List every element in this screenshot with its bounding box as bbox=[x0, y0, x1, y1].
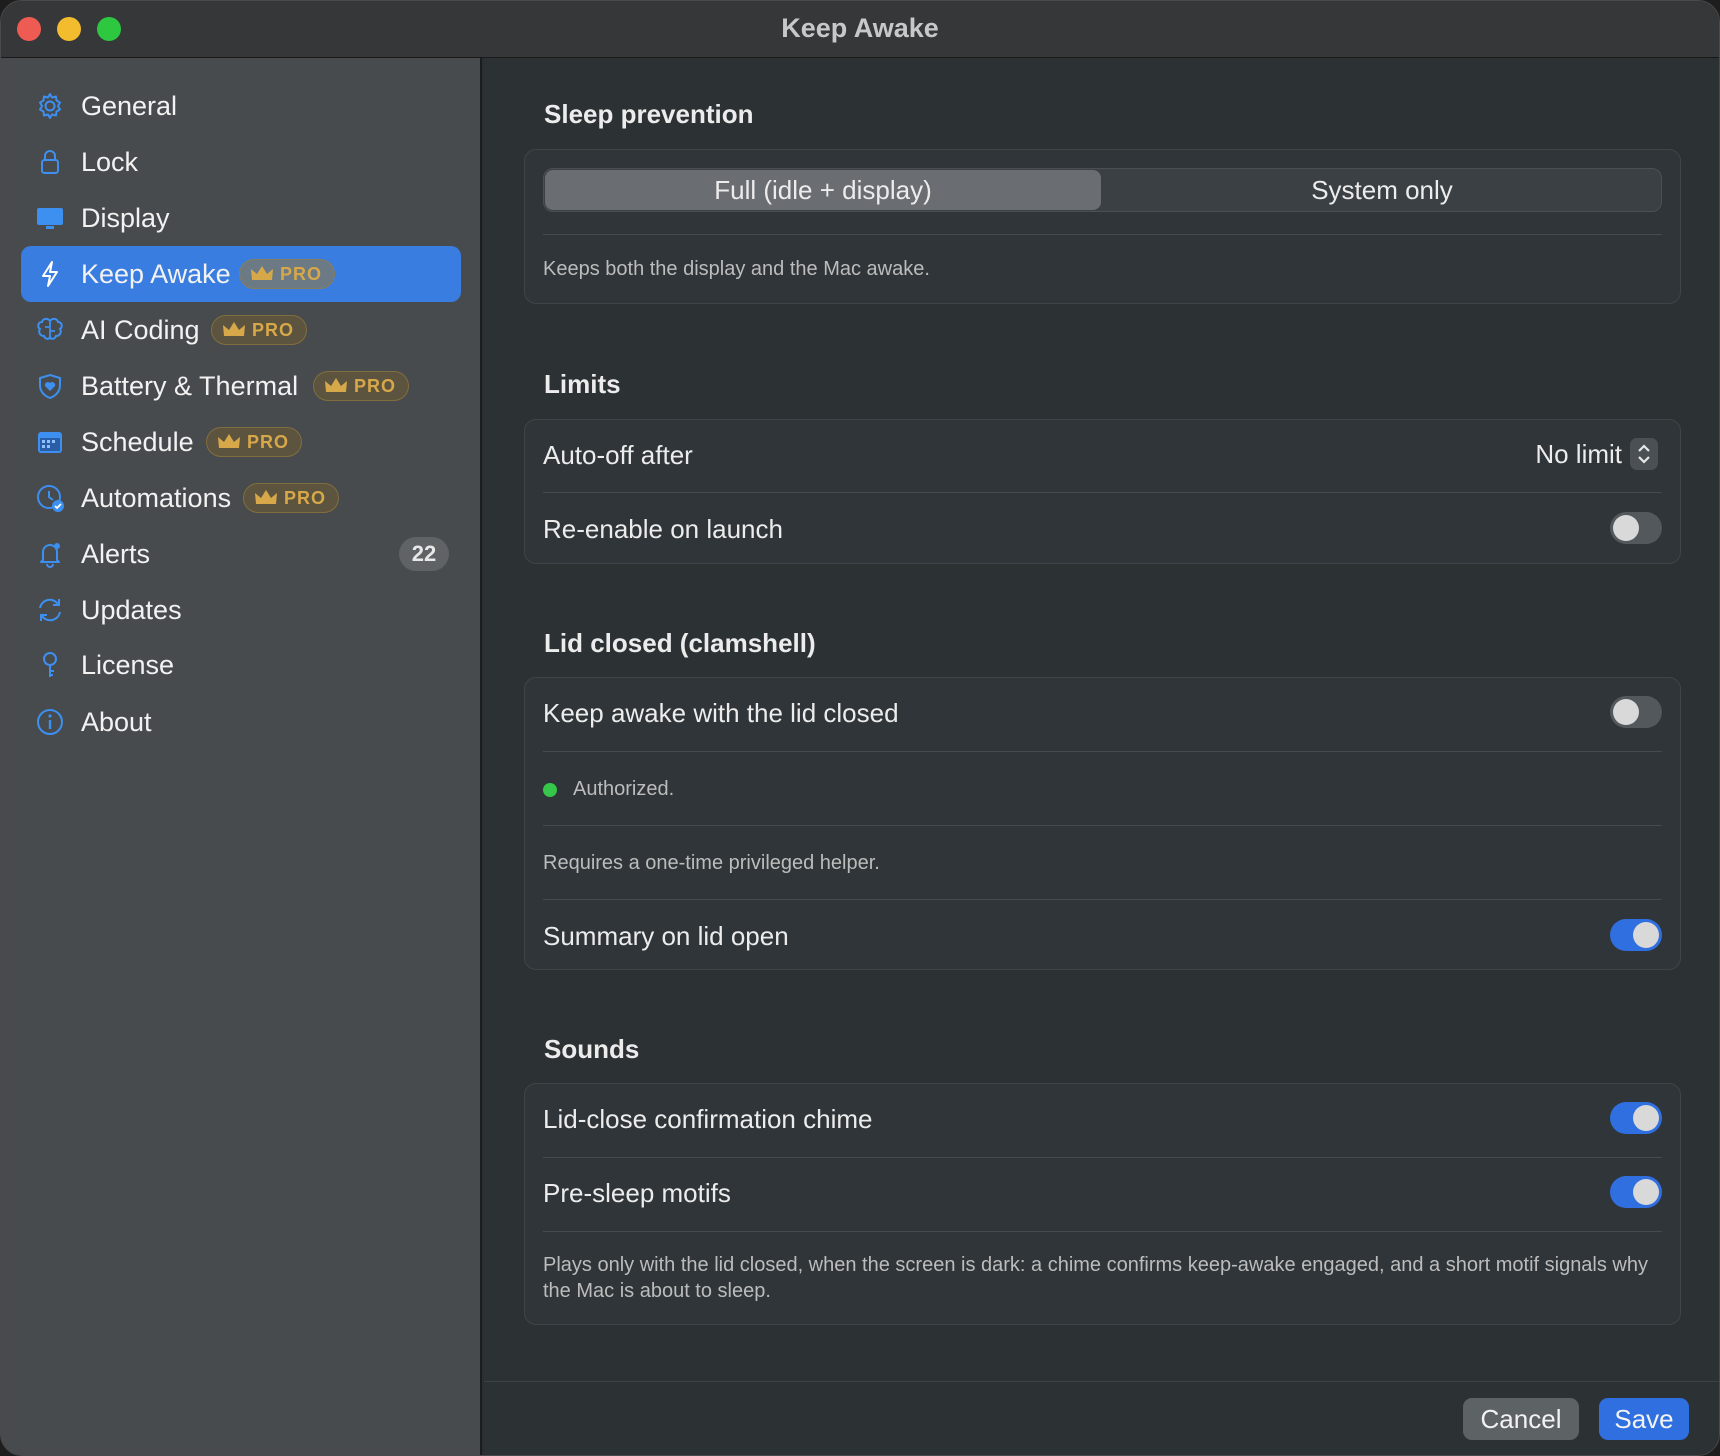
authorization-status: Authorized. bbox=[573, 778, 675, 800]
pro-badge: PRO bbox=[243, 483, 340, 513]
sidebar-item-general[interactable]: General bbox=[21, 78, 461, 134]
footer-bar: Cancel Save bbox=[484, 1381, 1719, 1455]
alerts-count-badge: 22 bbox=[399, 537, 449, 571]
motifs-toggle[interactable] bbox=[1610, 1176, 1662, 1208]
sleep-prevention-card: Full (idle + display) System only Keeps … bbox=[524, 149, 1681, 304]
settings-window: Keep Awake General Lock Display Keep Awa… bbox=[0, 0, 1720, 1456]
sidebar-item-label: Alerts bbox=[81, 539, 151, 569]
sleep-mode-segmented-control: Full (idle + display) System only bbox=[543, 168, 1662, 212]
helper-note: Requires a one-time privileged helper. bbox=[543, 852, 880, 874]
crown-icon bbox=[218, 434, 240, 448]
pro-badge: PRO bbox=[313, 371, 410, 401]
section-title-sleep-prevention: Sleep prevention bbox=[544, 99, 754, 129]
pro-badge: PRO bbox=[211, 315, 308, 345]
motifs-label: Pre-sleep motifs bbox=[543, 1178, 731, 1208]
crown-icon bbox=[251, 266, 273, 280]
sidebar-item-label: AI Coding bbox=[81, 315, 200, 345]
segment-full[interactable]: Full (idle + display) bbox=[545, 170, 1101, 210]
crown-icon bbox=[255, 490, 277, 504]
sidebar-item-label: Updates bbox=[81, 595, 182, 625]
sidebar-item-battery-thermal[interactable]: Battery & Thermal PRO bbox=[21, 358, 461, 414]
auto-off-label: Auto-off after bbox=[543, 440, 693, 470]
reenable-toggle[interactable] bbox=[1610, 512, 1662, 544]
refresh-icon bbox=[35, 595, 65, 625]
section-title-limits: Limits bbox=[544, 369, 621, 399]
gear-icon bbox=[35, 91, 65, 121]
keep-awake-lid-toggle[interactable] bbox=[1610, 696, 1662, 728]
sidebar-item-about[interactable]: About bbox=[21, 694, 461, 750]
pro-badge: PRO bbox=[206, 427, 303, 457]
main-content: Sleep prevention Full (idle + display) S… bbox=[484, 58, 1719, 1455]
display-icon bbox=[35, 203, 65, 233]
key-icon bbox=[35, 650, 65, 680]
window-title: Keep Awake bbox=[781, 13, 939, 43]
sidebar-item-label: Lock bbox=[81, 147, 139, 177]
auto-off-value: No limit bbox=[1535, 438, 1622, 469]
summary-lid-open-label: Summary on lid open bbox=[543, 921, 789, 951]
lid-closed-card: Keep awake with the lid closed Authorize… bbox=[524, 677, 1681, 970]
section-title-sounds: Sounds bbox=[544, 1034, 640, 1064]
sidebar-item-label: Keep Awake bbox=[81, 259, 231, 289]
limits-card: Auto-off after No limit Re-enable on lau… bbox=[524, 419, 1681, 564]
reenable-label: Re-enable on launch bbox=[543, 514, 783, 544]
sidebar-item-ai-coding[interactable]: AI Coding PRO bbox=[21, 302, 461, 358]
sidebar-item-display[interactable]: Display bbox=[21, 190, 461, 246]
save-button[interactable]: Save bbox=[1599, 1398, 1689, 1440]
sidebar-item-automations[interactable]: Automations PRO bbox=[21, 470, 461, 526]
section-title-lid-closed: Lid closed (clamshell) bbox=[544, 628, 816, 658]
divider bbox=[543, 825, 1662, 826]
chime-toggle[interactable] bbox=[1610, 1102, 1662, 1134]
sidebar-item-label: About bbox=[81, 707, 152, 737]
pro-badge: PRO bbox=[239, 259, 336, 289]
divider bbox=[543, 234, 1662, 235]
sidebar-item-label: Schedule bbox=[81, 427, 194, 457]
sounds-card: Lid-close confirmation chime Pre-sleep m… bbox=[524, 1083, 1681, 1325]
sidebar-item-label: Automations bbox=[81, 483, 232, 513]
sidebar-item-keep-awake[interactable]: Keep Awake PRO bbox=[21, 246, 461, 302]
sidebar-item-label: Battery & Thermal bbox=[81, 371, 299, 401]
sidebar: General Lock Display Keep Awake PRO AI C… bbox=[1, 58, 482, 1455]
sidebar-item-lock[interactable]: Lock bbox=[21, 134, 461, 190]
heart-shield-icon bbox=[35, 371, 65, 401]
divider bbox=[543, 899, 1662, 900]
sidebar-item-label: General bbox=[81, 91, 178, 121]
lock-icon bbox=[35, 147, 65, 177]
clock-check-icon bbox=[35, 483, 65, 513]
summary-lid-open-toggle[interactable] bbox=[1610, 919, 1662, 951]
keep-awake-lid-label: Keep awake with the lid closed bbox=[543, 698, 899, 728]
status-dot-icon bbox=[543, 783, 557, 797]
sidebar-item-label: Display bbox=[81, 203, 170, 233]
divider bbox=[543, 1231, 1662, 1232]
brain-icon bbox=[35, 315, 65, 345]
auto-off-popup[interactable]: No limit bbox=[1535, 438, 1658, 470]
sidebar-item-label: License bbox=[81, 650, 175, 680]
calendar-icon bbox=[35, 427, 65, 457]
bell-icon bbox=[35, 539, 65, 569]
sounds-note: Plays only with the lid closed, when the… bbox=[543, 1254, 1648, 1302]
up-down-chevron-icon[interactable] bbox=[1630, 438, 1658, 470]
sidebar-item-updates[interactable]: Updates bbox=[21, 582, 461, 638]
divider bbox=[543, 492, 1662, 493]
info-icon bbox=[35, 707, 65, 737]
sidebar-item-schedule[interactable]: Schedule PRO bbox=[21, 414, 461, 470]
chime-label: Lid-close confirmation chime bbox=[543, 1104, 873, 1134]
sidebar-item-license[interactable]: License bbox=[21, 637, 461, 693]
divider bbox=[543, 1157, 1662, 1158]
bolt-icon bbox=[35, 259, 65, 289]
sleep-prevention-note: Keeps both the display and the Mac awake… bbox=[543, 258, 930, 280]
cancel-button[interactable]: Cancel bbox=[1463, 1398, 1579, 1440]
segment-system-only[interactable]: System only bbox=[1103, 170, 1661, 210]
crown-icon bbox=[223, 322, 245, 336]
sidebar-item-alerts[interactable]: Alerts 22 bbox=[21, 526, 461, 582]
crown-icon bbox=[325, 378, 347, 392]
divider bbox=[543, 751, 1662, 752]
title-bar: Keep Awake bbox=[1, 1, 1719, 58]
